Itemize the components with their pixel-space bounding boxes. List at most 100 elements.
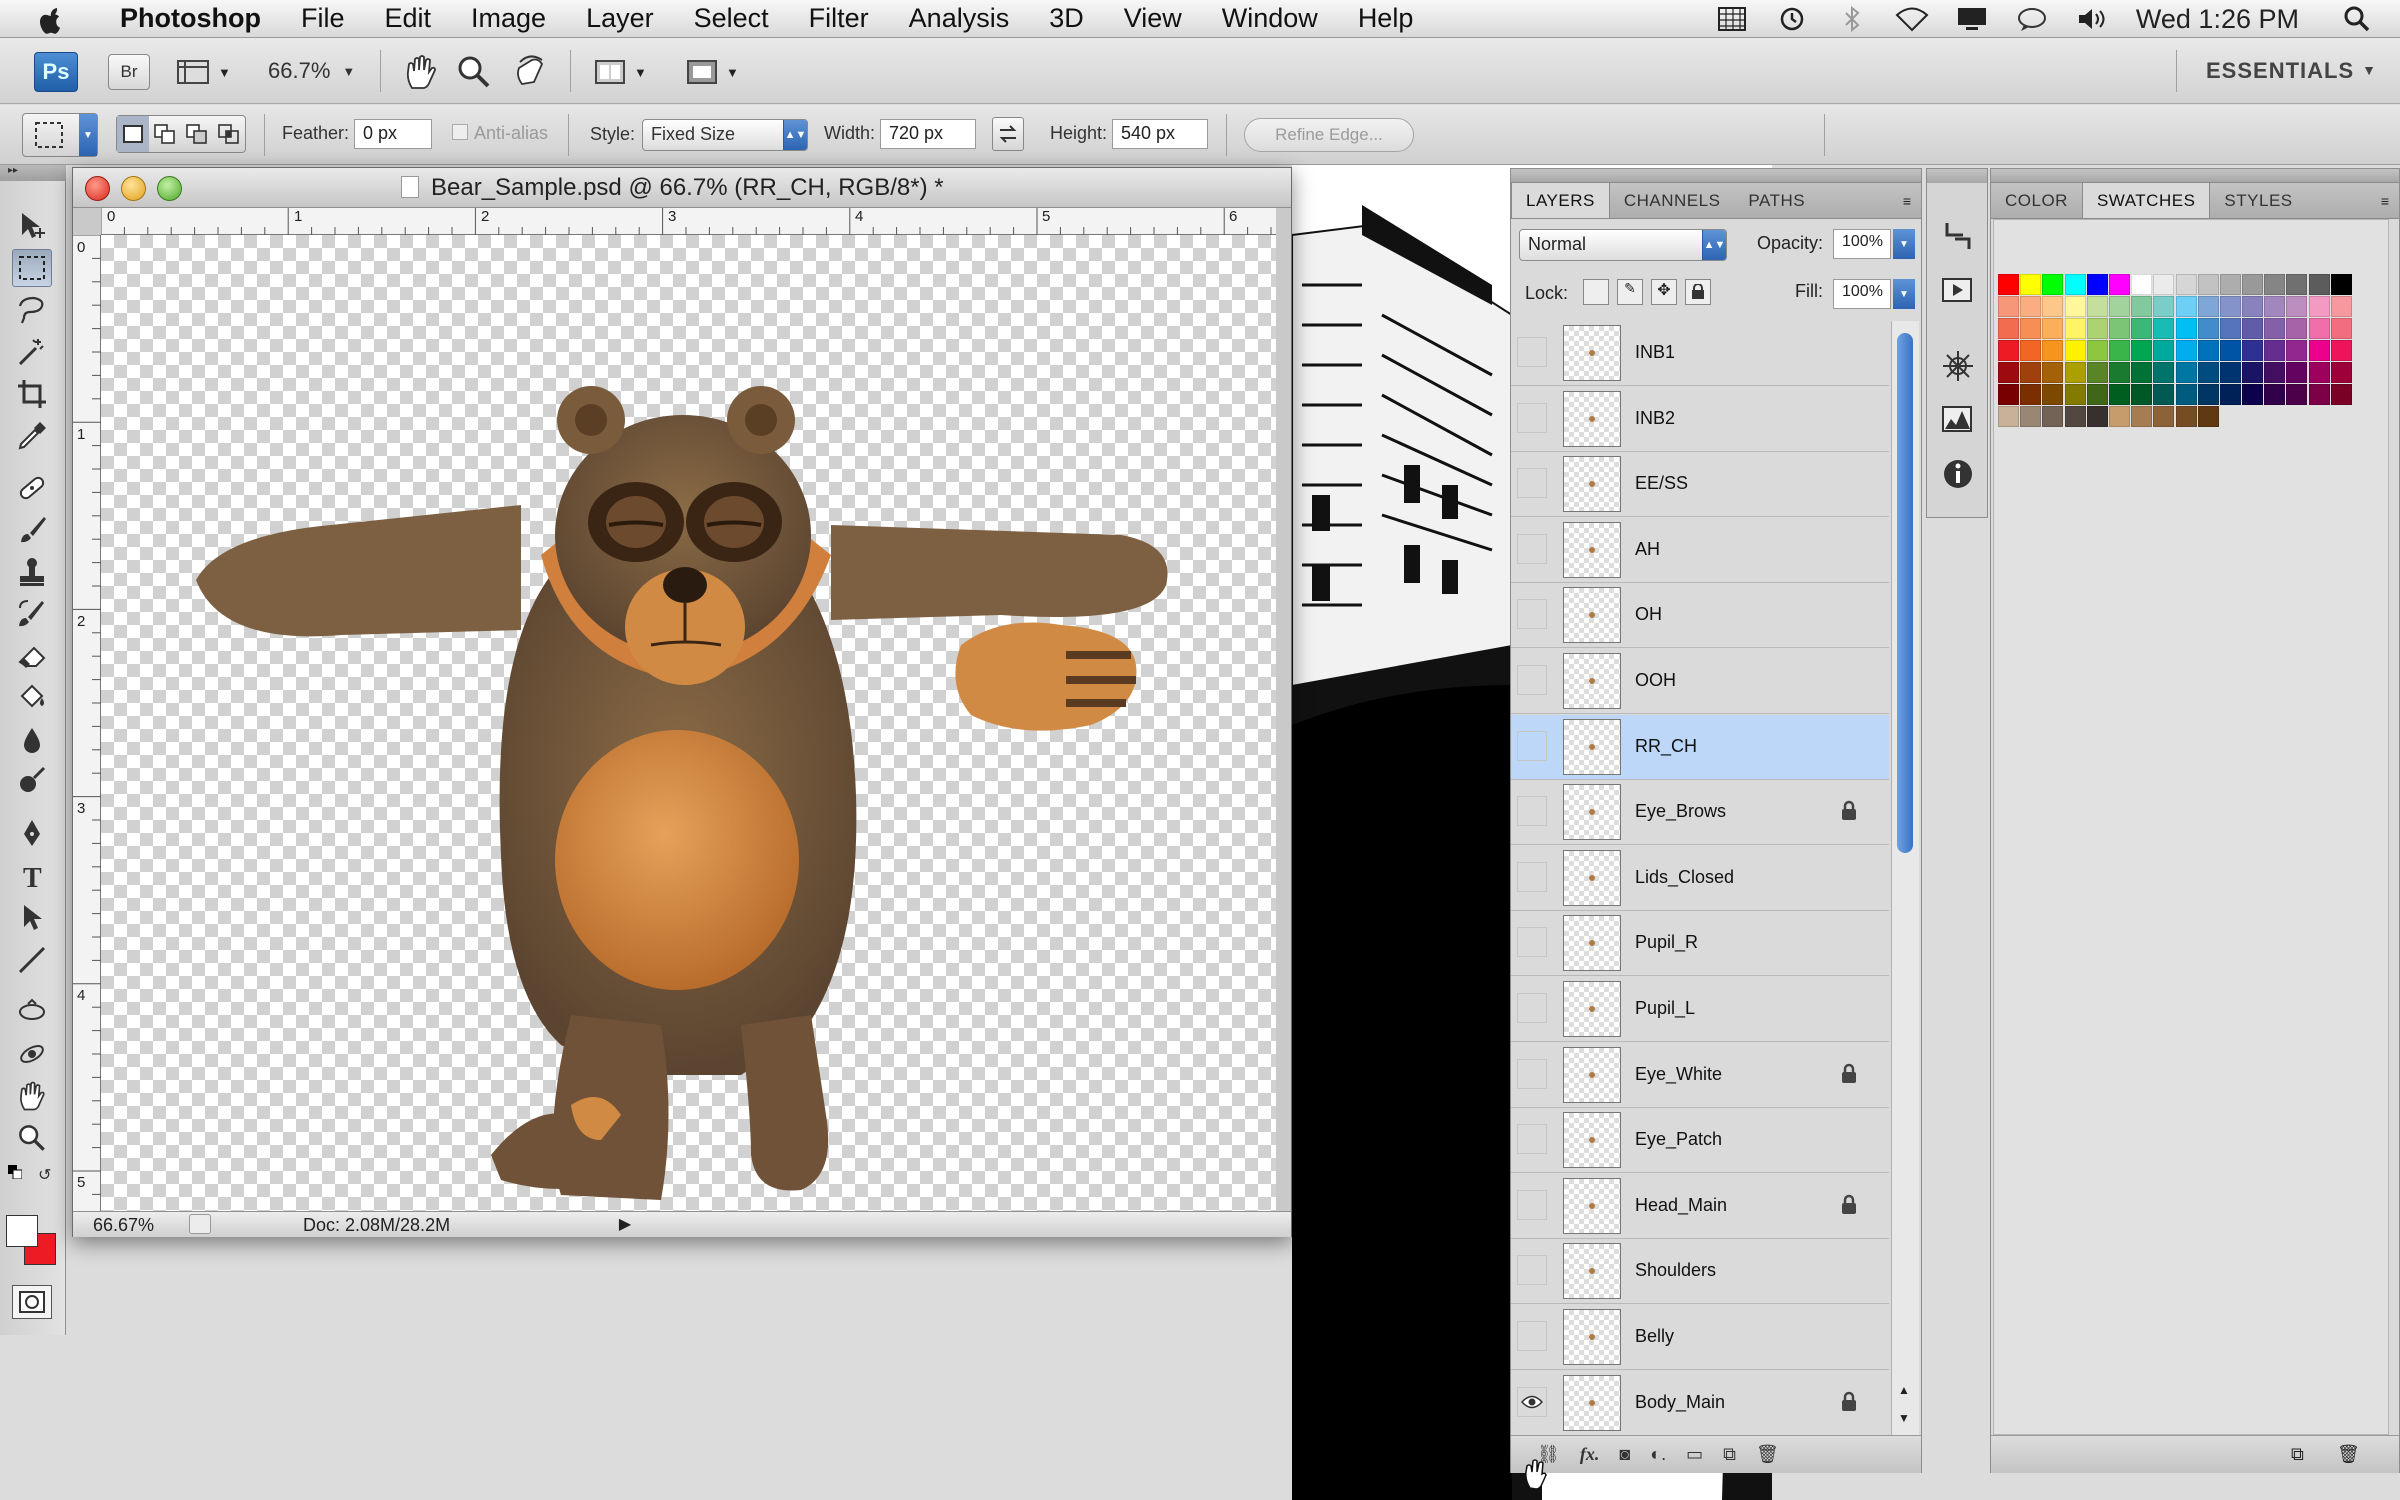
eye-visibility-icon[interactable]	[1517, 1386, 1547, 1417]
color-swatch[interactable]	[2330, 296, 2352, 317]
color-swatch[interactable]	[2153, 406, 2175, 427]
arrange-documents-dropdown[interactable]: ▼	[594, 54, 658, 90]
path-selection-tool-icon[interactable]	[12, 899, 52, 937]
volume-icon[interactable]	[2075, 5, 2109, 33]
tab-swatches[interactable]: SWATCHES	[2081, 182, 2211, 218]
color-swatch[interactable]	[2153, 318, 2175, 339]
intersect-selection-button[interactable]	[213, 116, 245, 152]
color-swatch[interactable]	[2131, 362, 2153, 383]
color-swatch[interactable]	[2308, 274, 2330, 295]
layer-style-fx-icon[interactable]: fx.	[1580, 1444, 1600, 1465]
color-swatch[interactable]	[2108, 362, 2130, 383]
menu-layer[interactable]: Layer	[566, 3, 674, 34]
color-swatch[interactable]	[2175, 362, 2197, 383]
color-swatch[interactable]	[2042, 362, 2064, 383]
layer-row[interactable]: EE/SS	[1511, 452, 1889, 518]
layer-row[interactable]: Lids_Closed	[1511, 845, 1889, 911]
menu-filter[interactable]: Filter	[789, 3, 889, 34]
color-swatch[interactable]	[2264, 362, 2286, 383]
color-swatch[interactable]	[2308, 318, 2330, 339]
color-swatch[interactable]	[2131, 274, 2153, 295]
grid-icon[interactable]	[1715, 5, 1749, 33]
visibility-toggle[interactable]	[1517, 993, 1547, 1023]
color-swatch[interactable]	[2286, 362, 2308, 383]
color-swatch[interactable]	[2219, 296, 2241, 317]
new-selection-button[interactable]	[117, 116, 149, 152]
swap-width-height-button[interactable]	[992, 117, 1024, 151]
histogram-panel-icon[interactable]	[1941, 403, 1975, 437]
layer-row[interactable]: INB1	[1511, 321, 1889, 386]
color-swatch[interactable]	[2108, 406, 2130, 427]
delete-swatch-icon[interactable]: 🗑	[2337, 1444, 2360, 1465]
color-swatch[interactable]	[2242, 384, 2264, 405]
color-swatch[interactable]	[2086, 362, 2108, 383]
actions-panel-icon[interactable]	[1941, 273, 1975, 307]
color-swatch[interactable]	[2175, 340, 2197, 361]
menu-file[interactable]: File	[281, 3, 365, 34]
subtract-from-selection-button[interactable]	[181, 116, 213, 152]
dock-collapse-bar[interactable]	[1927, 169, 1987, 183]
color-swatch[interactable]	[2108, 384, 2130, 405]
delete-layer-icon[interactable]: 🗑	[1756, 1444, 1779, 1465]
layer-row[interactable]: AH	[1511, 517, 1889, 583]
document-canvas[interactable]	[101, 235, 1276, 1211]
color-swatch[interactable]	[2108, 296, 2130, 317]
color-swatch[interactable]	[2175, 318, 2197, 339]
color-swatch[interactable]	[2042, 384, 2064, 405]
color-swatch[interactable]	[2219, 384, 2241, 405]
color-swatch[interactable]	[2308, 340, 2330, 361]
layer-row[interactable]: Pupil_L	[1511, 977, 1889, 1042]
color-swatch[interactable]	[2064, 274, 2086, 295]
layer-row[interactable]: OOH	[1511, 649, 1889, 714]
tab-color[interactable]: COLOR	[1991, 183, 2082, 218]
color-swatch[interactable]	[1998, 274, 2019, 295]
color-swatch[interactable]	[2197, 384, 2219, 405]
history-brush-tool-icon[interactable]	[12, 595, 52, 633]
quick-mask-button[interactable]	[12, 1285, 52, 1319]
color-swatch[interactable]	[2330, 318, 2352, 339]
panel-menu-icon[interactable]: ≡	[1903, 193, 1911, 209]
color-swatch[interactable]	[2175, 274, 2197, 295]
menu-app-name[interactable]: Photoshop	[86, 3, 281, 34]
color-swatch[interactable]	[2330, 274, 2352, 295]
color-swatch[interactable]	[2131, 384, 2153, 405]
visibility-toggle[interactable]	[1517, 1255, 1547, 1286]
color-swatch[interactable]	[1998, 340, 2019, 361]
pen-tool-icon[interactable]	[12, 815, 52, 853]
display-icon[interactable]	[1955, 5, 1989, 33]
layers-scrollbar[interactable]: ▲ ▼	[1891, 321, 1919, 1437]
color-swatch[interactable]	[2020, 318, 2042, 339]
color-swatch[interactable]	[2064, 362, 2086, 383]
visibility-toggle[interactable]	[1517, 468, 1547, 499]
color-swatch[interactable]	[1998, 296, 2019, 317]
close-window-button[interactable]	[85, 176, 110, 201]
color-swatch[interactable]	[2175, 384, 2197, 405]
visibility-toggle[interactable]	[1517, 1124, 1547, 1155]
launch-bridge-button[interactable]: Br	[108, 54, 150, 90]
visibility-toggle[interactable]	[1517, 730, 1547, 761]
status-info-button[interactable]	[189, 1214, 211, 1234]
layer-row[interactable]: Eye_Brows	[1511, 780, 1889, 846]
swatches-panel-collapse-bar[interactable]	[1991, 169, 2399, 183]
marquee-tool-icon[interactable]	[12, 249, 52, 287]
color-swatch[interactable]	[2086, 384, 2108, 405]
color-swatch[interactable]	[2197, 296, 2219, 317]
menu-edit[interactable]: Edit	[365, 3, 452, 34]
horizontal-ruler[interactable]: 0 1 2 3 4 5 6	[100, 208, 1276, 235]
layer-row[interactable]: RR_CH	[1511, 714, 1889, 780]
hand-tool-icon[interactable]	[12, 1077, 52, 1115]
color-swatch[interactable]	[2064, 384, 2086, 405]
color-swatch[interactable]	[2020, 340, 2042, 361]
bluetooth-icon[interactable]	[1835, 5, 1869, 33]
clone-stamp-tool-icon[interactable]	[12, 553, 52, 591]
color-swatch[interactable]	[2242, 274, 2264, 295]
menu-help[interactable]: Help	[1338, 3, 1434, 34]
anti-alias-checkbox[interactable]	[452, 124, 468, 140]
view-extras-dropdown[interactable]: ▼	[176, 54, 240, 90]
menu-view[interactable]: View	[1104, 3, 1202, 34]
color-swatch[interactable]	[2197, 406, 2219, 427]
color-swatch[interactable]	[2131, 340, 2153, 361]
color-swatch[interactable]	[2286, 296, 2308, 317]
blend-mode-dropdown[interactable]: Normal ▲▼	[1519, 229, 1727, 261]
zoom-status-value[interactable]: 66.67%	[93, 1215, 154, 1236]
